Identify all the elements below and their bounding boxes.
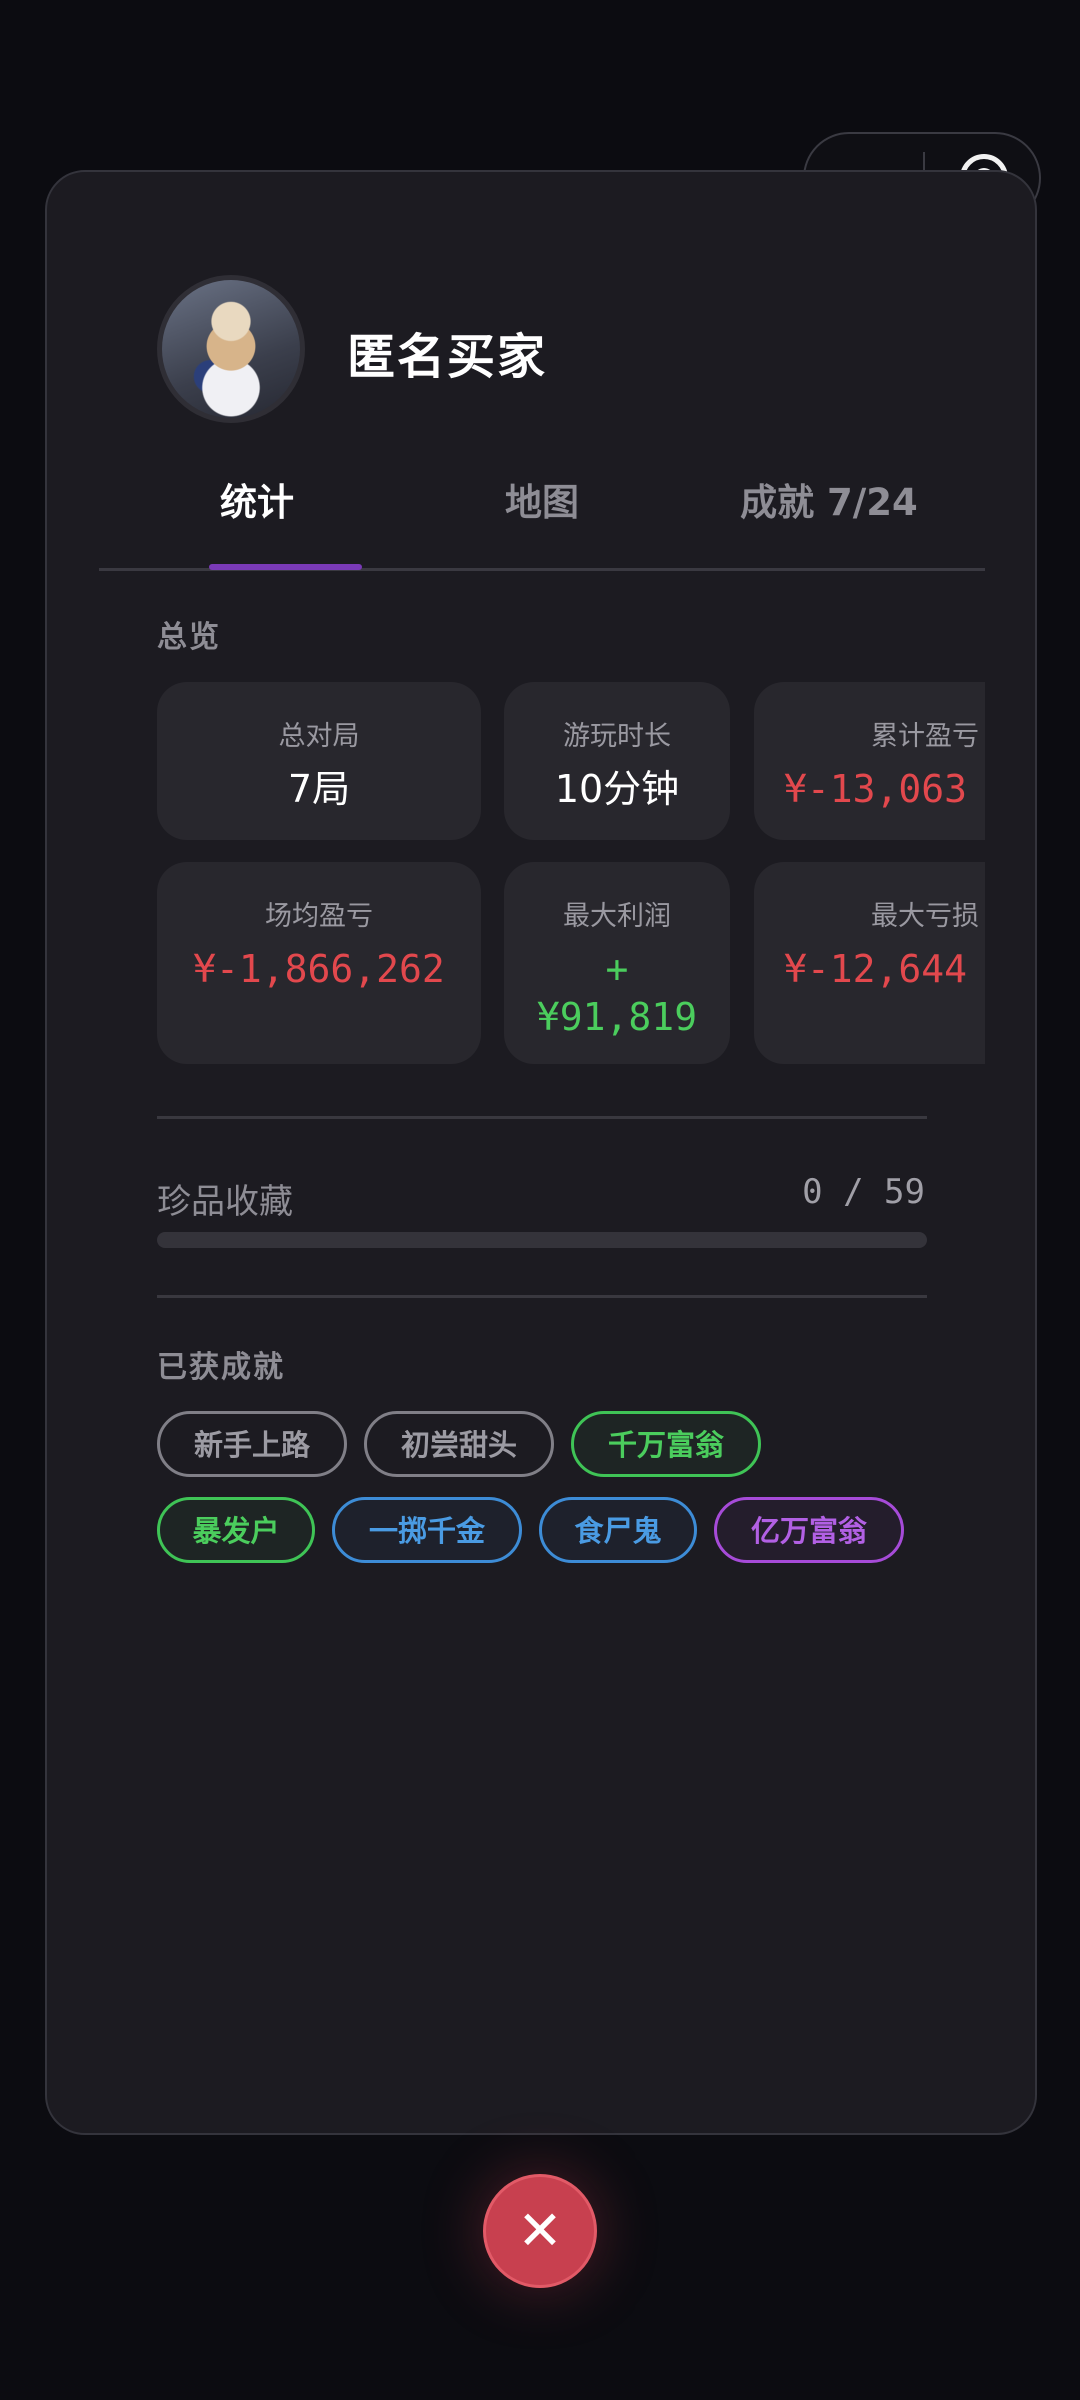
stat-label: 最大亏损 — [871, 901, 979, 932]
stat-card-play-time: 游玩时长 10分钟 — [504, 682, 730, 840]
stat-value-sign: + — [605, 947, 629, 991]
avatar — [157, 275, 305, 423]
tab-stats[interactable]: 统计 — [157, 472, 357, 526]
close-button[interactable]: ✕ — [483, 2174, 597, 2288]
collection-label: 珍品收藏 — [157, 1182, 293, 1222]
stat-label: 总对局 — [278, 721, 360, 752]
badge-upstart: 暴发户 — [157, 1497, 315, 1563]
profile-card: 匿名买家 统计 地图 成就 7/24 总览 总对局 7局 游玩时长 10分钟 累… — [45, 170, 1037, 2135]
active-tab-indicator — [209, 564, 362, 570]
stat-card-max-loss: 最大亏损 ¥-12,644 — [754, 862, 985, 1064]
stat-value: 7局 — [287, 767, 351, 811]
stat-card-max-profit: 最大利润 + ¥91,819 — [504, 862, 730, 1064]
stat-value: ¥-12,644 — [784, 947, 968, 991]
stat-label: 累计盈亏 — [871, 721, 979, 752]
stat-label: 最大利润 — [563, 901, 671, 932]
overview-title: 总览 — [157, 620, 221, 655]
badge-billionaire: 亿万富翁 — [714, 1497, 904, 1563]
divider — [157, 1295, 927, 1298]
badge-big-spender: 一掷千金 — [332, 1497, 522, 1563]
stats-grid: 总对局 7局 游玩时长 10分钟 累计盈亏 ¥-13,063 场均盈亏 ¥-1,… — [157, 682, 985, 1247]
tab-achievements[interactable]: 成就 7/24 — [709, 472, 949, 526]
stat-card-avg-pnl: 场均盈亏 ¥-1,866,262 — [157, 862, 481, 1064]
achievements-title: 已获成就 — [157, 1350, 285, 1385]
badge-first-taste: 初尝甜头 — [364, 1411, 554, 1477]
stat-value: ¥-13,063 — [784, 767, 968, 811]
stat-label: 游玩时长 — [563, 721, 671, 752]
stat-value: ¥-1,866,262 — [193, 947, 445, 991]
tab-bar: 统计 地图 成就 7/24 — [99, 472, 985, 540]
collection-count: 0 / 59 — [802, 1172, 925, 1212]
badge-ghoul: 食尸鬼 — [539, 1497, 697, 1563]
collection-progress-bar — [157, 1232, 927, 1248]
stat-card-total-games: 总对局 7局 — [157, 682, 481, 840]
stat-value: ¥91,819 — [536, 995, 698, 1039]
stat-card-total-pnl: 累计盈亏 ¥-13,063 — [754, 682, 985, 840]
divider — [157, 1116, 927, 1119]
username: 匿名买家 — [347, 329, 548, 385]
badge-novice: 新手上路 — [157, 1411, 347, 1477]
stat-value: 10分钟 — [554, 767, 680, 811]
tab-map[interactable]: 地图 — [442, 472, 642, 526]
badge-millionaire: 千万富翁 — [571, 1411, 761, 1477]
close-icon: ✕ — [517, 2199, 563, 2262]
stat-label: 场均盈亏 — [265, 901, 373, 932]
